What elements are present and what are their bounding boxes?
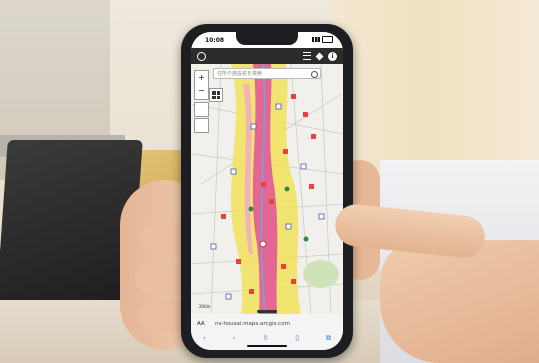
right-hand [380, 240, 539, 363]
browser-nav: ‹ › ⇪ ▯ ⧉ [203, 334, 331, 343]
map-scale: 200m [199, 304, 211, 309]
zoom-control: + − [194, 70, 209, 100]
current-location-marker [259, 240, 267, 248]
logo-icon[interactable] [197, 51, 206, 61]
grid-cell [212, 95, 216, 99]
bookmarks-icon[interactable]: ▯ [295, 334, 299, 343]
forward-icon[interactable]: › [233, 334, 236, 343]
tabs-icon[interactable]: ⧉ [326, 334, 331, 343]
url-text: ns-housai.maps.arcgis.com [215, 321, 290, 327]
park-area [303, 260, 339, 288]
phone-notch [236, 32, 298, 45]
basemap-grid-button[interactable] [209, 88, 223, 102]
reader-aa-button[interactable]: AA [197, 319, 205, 329]
locate-button[interactable] [194, 118, 209, 133]
layers-icon[interactable] [315, 52, 324, 60]
signal-icon [312, 37, 320, 42]
panel-drag-handle[interactable] [257, 310, 277, 313]
zoom-in-button[interactable]: + [195, 71, 208, 84]
share-icon[interactable]: ⇪ [262, 334, 268, 343]
zoom-out-button[interactable]: − [195, 84, 208, 97]
status-time: 10:08 [205, 37, 225, 44]
status-icons [312, 36, 333, 43]
app-topbar: i [191, 48, 343, 64]
list-icon[interactable] [303, 52, 311, 60]
battery-icon [322, 36, 333, 43]
search-input[interactable]: 住所や施設名を検索 [213, 68, 321, 79]
grid-cell [216, 91, 220, 95]
search-icon[interactable] [311, 71, 318, 78]
search-placeholder: 住所や施設名を検索 [217, 71, 263, 77]
smartphone: 10:08 i 住所や施設名を検索 + − 200m AA ns-housai.… [181, 24, 353, 358]
home-button[interactable] [194, 102, 209, 117]
grid-cell [212, 91, 216, 95]
back-icon[interactable]: ‹ [203, 334, 206, 343]
hazard-map[interactable]: 住所や施設名を検索 + − 200m [191, 64, 343, 314]
address-bar[interactable]: AA ns-housai.maps.arcgis.com [197, 319, 337, 329]
browser-bottom-bar: AA ns-housai.maps.arcgis.com ‹ › ⇪ ▯ ⧉ [191, 314, 343, 350]
topbar-actions: i [303, 51, 337, 61]
phone-screen: 10:08 i 住所や施設名を検索 + − 200m AA ns-housai.… [191, 32, 343, 350]
grid-cell [216, 95, 220, 99]
info-icon[interactable]: i [328, 51, 337, 61]
home-indicator [247, 345, 287, 347]
photo-scene: 10:08 i 住所や施設名を検索 + − 200m AA ns-housai.… [0, 0, 539, 363]
